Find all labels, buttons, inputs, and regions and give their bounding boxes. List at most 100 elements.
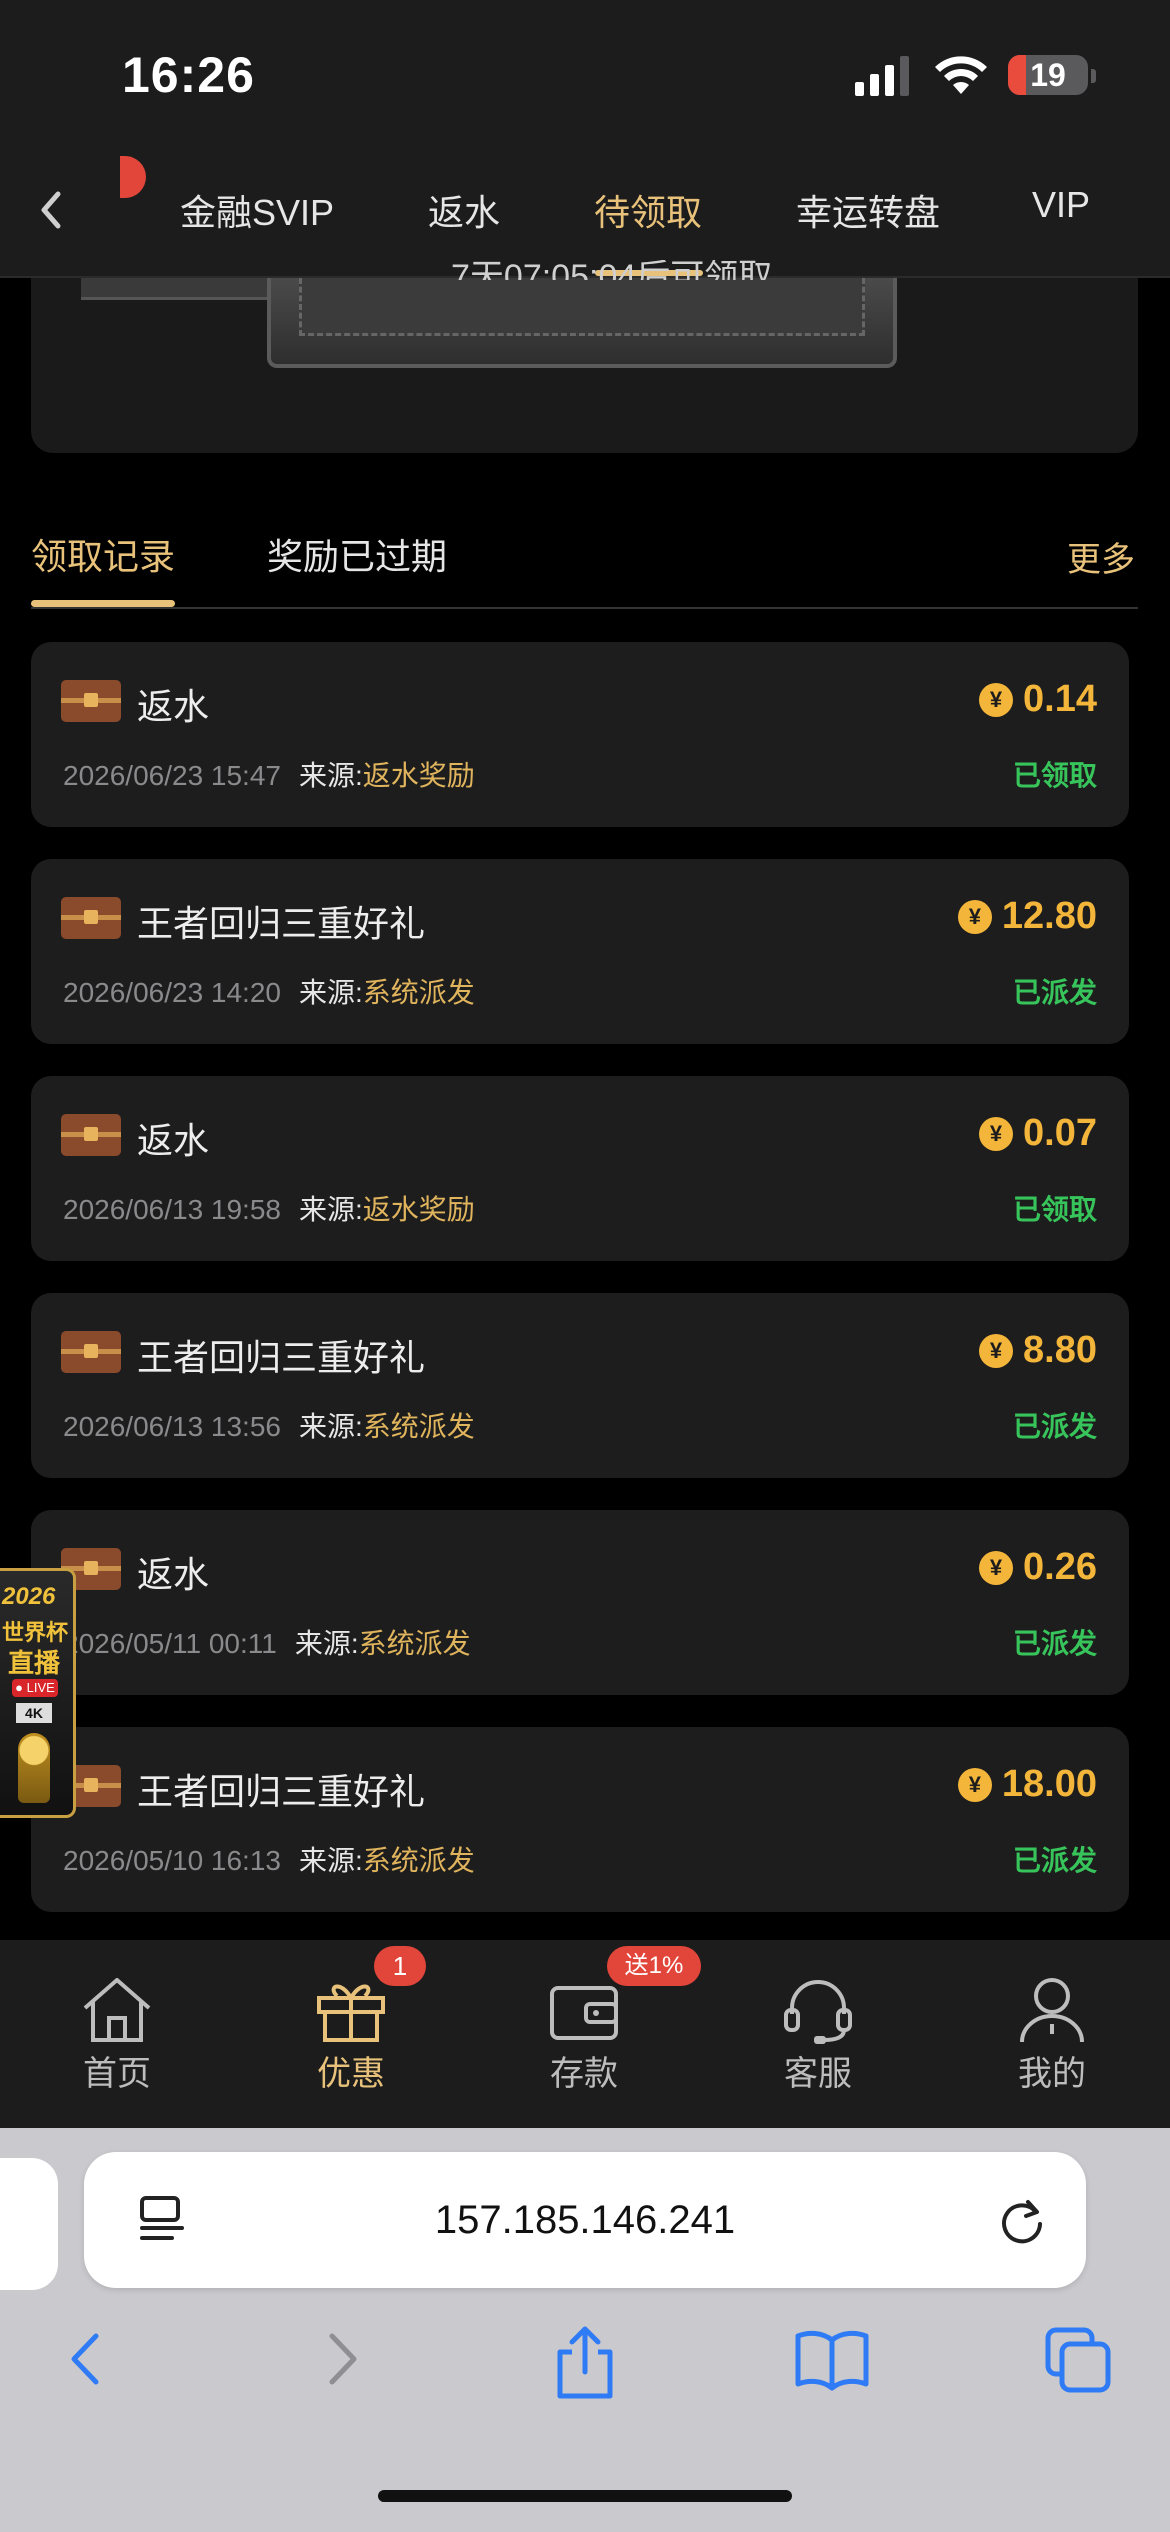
record-source: 系统派发 <box>362 1411 475 1442</box>
record-card: 王者回归三重好礼 ¥18.00 2026/05/10 16:13 来源:系统派发 … <box>31 1727 1129 1912</box>
home-icon <box>83 1978 151 2042</box>
record-card: 返水 ¥0.26 2026/05/11 00:11 来源:系统派发 已派发 <box>31 1510 1129 1695</box>
user-icon <box>1020 1978 1084 2043</box>
record-meta: 2026/06/23 15:47 来源:返水奖励 <box>63 754 475 794</box>
record-meta: 2026/05/11 00:11 来源:系统派发 <box>63 1622 471 1662</box>
subtab-claim-records[interactable]: 领取记录 <box>31 528 175 580</box>
record-status: 已派发 <box>1012 977 1097 1008</box>
source-label: 来源: <box>298 1845 363 1876</box>
tabbar-home-label: 首页 <box>83 2055 151 2093</box>
gift-icon <box>317 1984 385 2042</box>
record-meta: 2026/06/13 19:58 来源:返水奖励 <box>63 1188 475 1228</box>
record-date: 2026/06/23 14:20 <box>63 977 281 1008</box>
url-text: 157.185.146.241 <box>434 2198 736 2242</box>
live-badge: ● LIVE <box>12 1679 58 1697</box>
tab-rebate[interactable]: 返水 <box>428 184 500 236</box>
record-card: 王者回归三重好礼 ¥8.80 2026/06/13 13:56 来源:系统派发 已… <box>31 1293 1129 1478</box>
record-date: 2026/05/10 16:13 <box>63 1845 281 1876</box>
notification-dot <box>120 156 146 198</box>
record-title: 王者回归三重好礼 <box>137 1771 426 1812</box>
back-chevron-icon[interactable] <box>26 180 76 240</box>
subtab-divider <box>31 607 1138 609</box>
tabbar-support[interactable]: 客服 <box>748 1974 888 2095</box>
world-cup-live-banner[interactable]: 2026 世界杯 直播 ● LIVE 4K <box>0 1568 76 1818</box>
active-subtab-indicator <box>31 600 175 607</box>
record-amount: ¥18.00 <box>957 1763 1097 1806</box>
subtab-expired-rewards[interactable]: 奖励已过期 <box>267 528 447 580</box>
record-card: 返水 ¥0.14 2026/06/23 15:47 来源:返水奖励 已领取 <box>31 642 1129 827</box>
record-list: 返水 ¥0.14 2026/06/23 15:47 来源:返水奖励 已领取 王者回… <box>31 642 1129 1944</box>
record-amount: ¥8.80 <box>979 1329 1097 1372</box>
record-status: 已派发 <box>1012 1845 1097 1876</box>
record-title: 王者回归三重好礼 <box>137 1337 426 1378</box>
wifi-icon <box>935 56 987 94</box>
record-amount: ¥0.26 <box>979 1546 1097 1589</box>
reward-chest-panel: 7天07:05:04后可领取 <box>31 260 1138 453</box>
trophy-icon <box>18 1733 50 1803</box>
record-source: 系统派发 <box>362 1845 475 1876</box>
record-amount: ¥12.80 <box>957 895 1097 938</box>
record-meta: 2026/06/23 14:20 来源:系统派发 <box>63 971 475 1011</box>
previous-tab-preview[interactable] <box>0 2158 58 2290</box>
reload-icon[interactable] <box>996 2194 1048 2246</box>
tabbar-profile[interactable]: 我的 <box>982 1974 1122 2095</box>
tabbar-promotions[interactable]: 优惠 <box>281 1974 421 2095</box>
tab-pending[interactable]: 待领取 <box>594 184 702 236</box>
tabbar-home[interactable]: 首页 <box>47 1974 187 2095</box>
record-card: 返水 ¥0.07 2026/06/13 19:58 来源:返水奖励 已领取 <box>31 1076 1129 1261</box>
tab-lucky-wheel[interactable]: 幸运转盘 <box>796 184 940 236</box>
record-status: 已派发 <box>1012 1628 1097 1659</box>
record-date: 2026/05/11 00:11 <box>63 1628 277 1659</box>
chest-icon <box>61 1114 121 1156</box>
yuan-coin-icon: ¥ <box>979 1550 1014 1585</box>
clock: 16:26 <box>122 47 255 103</box>
tabbar-support-label: 客服 <box>784 2055 852 2093</box>
4k-badge: 4K <box>16 1703 52 1723</box>
record-amount: ¥0.07 <box>979 1112 1097 1155</box>
record-title: 返水 <box>137 1120 210 1161</box>
more-link[interactable]: 更多 <box>1067 532 1135 581</box>
source-label: 来源: <box>294 1628 359 1659</box>
record-status: 已领取 <box>1012 760 1097 791</box>
record-date: 2026/06/13 13:56 <box>63 1411 281 1442</box>
chest-icon <box>61 1331 121 1373</box>
source-label: 来源: <box>298 977 363 1008</box>
bookmarks-icon[interactable] <box>794 2324 870 2394</box>
chest-icon <box>61 680 121 722</box>
record-source: 系统派发 <box>358 1628 471 1659</box>
tab-vip[interactable]: VIP <box>1032 184 1090 226</box>
promotions-count-badge: 1 <box>374 1946 426 1986</box>
top-nav: 金融SVIP 返水 待领取 幸运转盘 VIP <box>0 150 1170 278</box>
record-source: 返水奖励 <box>362 1194 475 1225</box>
record-meta: 2026/06/13 13:56 来源:系统派发 <box>63 1405 475 1445</box>
tabbar-profile-label: 我的 <box>1018 2055 1086 2093</box>
source-label: 来源: <box>298 760 363 791</box>
yuan-coin-icon: ¥ <box>957 899 992 934</box>
banner-line2: 直播 <box>8 1648 61 1678</box>
browser-forward-icon[interactable] <box>316 2324 366 2394</box>
source-label: 来源: <box>298 1411 363 1442</box>
share-icon[interactable] <box>550 2324 620 2400</box>
browser-back-icon[interactable] <box>62 2324 112 2394</box>
tab-finance-svip[interactable]: 金融SVIP <box>180 184 334 236</box>
home-indicator <box>378 2490 792 2502</box>
record-source: 返水奖励 <box>362 760 475 791</box>
cellular-signal-icon <box>855 56 909 96</box>
yuan-coin-icon: ¥ <box>979 1116 1014 1151</box>
headset-icon <box>784 1980 852 2044</box>
source-label: 来源: <box>298 1194 363 1225</box>
record-amount: ¥0.14 <box>979 678 1097 721</box>
record-title: 王者回归三重好礼 <box>137 903 426 944</box>
record-status: 已派发 <box>1012 1411 1097 1442</box>
battery-level: 19 <box>1030 57 1066 93</box>
chest-icon <box>61 897 121 939</box>
status-bar: 16:26 19 <box>0 0 1170 150</box>
browser-toolbar: 157.185.146.241 <box>0 2128 1170 2532</box>
record-card: 王者回归三重好礼 ¥12.80 2026/06/23 14:20 来源:系统派发 … <box>31 859 1129 1044</box>
address-bar[interactable]: 157.185.146.241 <box>84 2152 1086 2288</box>
tabbar-deposit[interactable]: 存款 <box>514 1974 654 2095</box>
countdown-text: 7天07:05:04后可领取 <box>451 260 773 280</box>
tabbar-promotions-label: 优惠 <box>317 2055 385 2093</box>
yuan-coin-icon: ¥ <box>979 682 1014 717</box>
tabs-overview-icon[interactable] <box>1042 2324 1114 2396</box>
